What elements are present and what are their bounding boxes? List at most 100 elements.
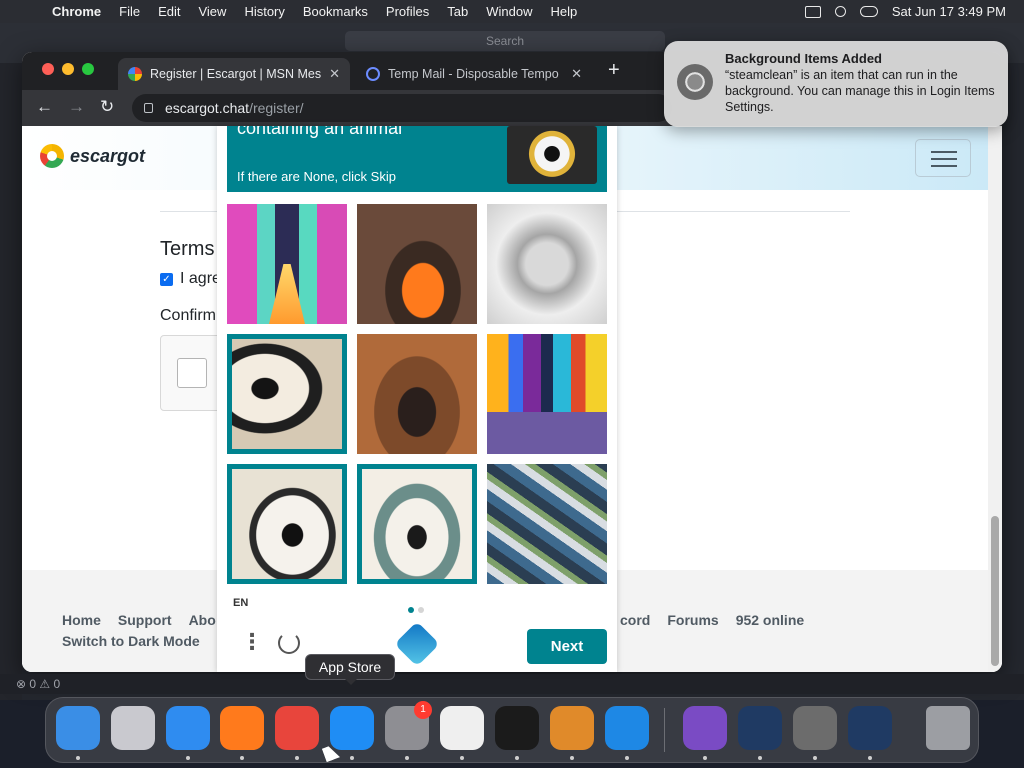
menu-view[interactable]: View [189, 4, 235, 19]
menu-extras: Sat Jun 17 3:49 PM [804, 0, 1006, 23]
control-center-icon[interactable] [859, 6, 878, 17]
captcha-tile-6[interactable] [487, 334, 607, 454]
footer-link-home[interactable]: Home [62, 612, 101, 628]
window-minimize-button[interactable] [62, 63, 74, 75]
menu-file[interactable]: File [110, 4, 149, 19]
running-indicator [570, 756, 574, 760]
launchpad-icon[interactable] [111, 706, 155, 750]
running-indicator [868, 756, 872, 760]
menu-help[interactable]: Help [542, 4, 587, 19]
spotlight-icon[interactable] [834, 6, 846, 17]
notification-title: Background Items Added [725, 51, 882, 66]
captcha-challenge-dialog: containing an animal If there are None, … [217, 126, 617, 672]
page-scrollbar-thumb[interactable] [991, 516, 999, 666]
background-search-field[interactable]: Search [345, 31, 665, 51]
captcha-tile-8[interactable] [357, 464, 477, 584]
captcha-tile-5[interactable] [357, 334, 477, 454]
menu-clock[interactable]: Sat Jun 17 3:49 PM [892, 4, 1006, 19]
dock-separator [664, 708, 665, 752]
agree-checkbox-row[interactable]: ✓ I agre [160, 270, 221, 288]
chess-icon[interactable] [793, 706, 837, 750]
tab-title: Register | Escargot | MSN Mess [150, 67, 322, 81]
next-button[interactable]: Next [527, 629, 607, 664]
running-indicator [350, 756, 354, 760]
footer-link-forums[interactable]: Forums [667, 612, 718, 628]
app-store-icon[interactable] [330, 706, 374, 750]
window-zoom-button[interactable] [82, 63, 94, 75]
close-tab-icon[interactable]: ✕ [329, 66, 340, 82]
page-dot [418, 607, 424, 613]
checkmark-icon[interactable]: ✓ [160, 272, 173, 286]
problems-indicator[interactable]: ⊗ 0 ⚠ 0 [16, 677, 60, 691]
footer-link-support[interactable]: Support [118, 612, 172, 628]
captcha-checkbox[interactable] [177, 358, 207, 388]
notification-banner[interactable]: Background Items Added “steamclean” is a… [664, 41, 1008, 127]
captcha-tile-3[interactable] [487, 204, 607, 324]
language-selector[interactable]: EN [233, 597, 248, 609]
running-indicator [76, 756, 80, 760]
online-count: 952 online [735, 612, 805, 628]
visual-studio-icon[interactable] [683, 706, 727, 750]
captcha-tile-4[interactable] [227, 334, 347, 454]
lock-icon[interactable] [144, 103, 153, 113]
captcha-tile-7[interactable] [227, 464, 347, 584]
running-indicator [703, 756, 707, 760]
settings-gear-icon [677, 64, 713, 100]
back-arrow-icon[interactable]: ← [36, 97, 53, 117]
steam-icon-2[interactable] [848, 706, 892, 750]
tab-temp-mail[interactable]: Temp Mail - Disposable Tempo ✕ [356, 58, 592, 90]
reload-icon[interactable]: ↻ [100, 97, 114, 117]
hcaptcha-logo-icon[interactable] [394, 621, 440, 667]
running-indicator [295, 756, 299, 760]
forward-arrow-icon[interactable]: → [68, 97, 85, 117]
running-indicator [405, 756, 409, 760]
menu-bookmarks[interactable]: Bookmarks [294, 4, 377, 19]
escargot-icon [128, 67, 142, 81]
trash-icon[interactable] [926, 706, 970, 750]
more-options-icon[interactable]: ⋮ [241, 631, 263, 653]
captcha-tile-1[interactable] [227, 204, 347, 324]
notification-badge: 1 [414, 701, 432, 719]
menu-history[interactable]: History [235, 4, 293, 19]
captcha-tile-9[interactable] [487, 464, 607, 584]
footer-link-about[interactable]: Abo [189, 612, 216, 628]
vscode-icon[interactable] [605, 706, 649, 750]
menu-tab[interactable]: Tab [438, 4, 477, 19]
footer-link-discord[interactable]: cord [620, 612, 650, 628]
garageband-icon[interactable] [550, 706, 594, 750]
finder-icon[interactable] [56, 706, 100, 750]
new-tab-icon[interactable]: + [608, 60, 620, 80]
window-close-button[interactable] [42, 63, 54, 75]
menu-edit[interactable]: Edit [149, 4, 189, 19]
menu-app-name[interactable]: Chrome [52, 4, 110, 19]
escargot-logo-icon[interactable] [40, 144, 64, 168]
textedit-icon[interactable] [440, 706, 484, 750]
safari-icon[interactable] [166, 706, 210, 750]
close-tab-icon[interactable]: ✕ [571, 66, 582, 82]
confirm-heading: Confirm [160, 307, 217, 324]
menu-bar: Chrome File Edit View History Bookmarks … [0, 0, 1024, 23]
notification-body: “steamclean” is an item that can run in … [725, 68, 995, 114]
chrome-icon[interactable] [275, 706, 319, 750]
tab-register-escargot[interactable]: Register | Escargot | MSN Mess ✕ [118, 58, 350, 90]
challenge-page-dots [408, 600, 428, 618]
captcha-tile-2[interactable] [357, 204, 477, 324]
dark-mode-toggle[interactable]: Switch to Dark Mode [62, 633, 200, 649]
menu-window[interactable]: Window [477, 4, 541, 19]
firefox-icon[interactable] [220, 706, 264, 750]
screen-mirroring-icon[interactable] [804, 5, 821, 18]
agree-label: I agre [180, 270, 221, 287]
hamburger-menu-button[interactable] [915, 139, 971, 177]
challenge-prompt: containing an animal If there are None, … [227, 126, 607, 192]
menu-profiles[interactable]: Profiles [377, 4, 438, 19]
refresh-challenge-icon[interactable] [278, 632, 300, 654]
dock-tooltip: App Store [305, 654, 395, 685]
challenge-prompt-subtitle: If there are None, click Skip [237, 169, 396, 184]
background-sidebar [0, 63, 22, 700]
terminal-icon[interactable] [495, 706, 539, 750]
steam-icon[interactable] [738, 706, 782, 750]
site-logo-text[interactable]: escargot [70, 146, 145, 167]
running-indicator [758, 756, 762, 760]
challenge-prompt-title: containing an animal [237, 126, 403, 138]
address-bar[interactable]: escargot.chat/register/ [132, 94, 672, 122]
